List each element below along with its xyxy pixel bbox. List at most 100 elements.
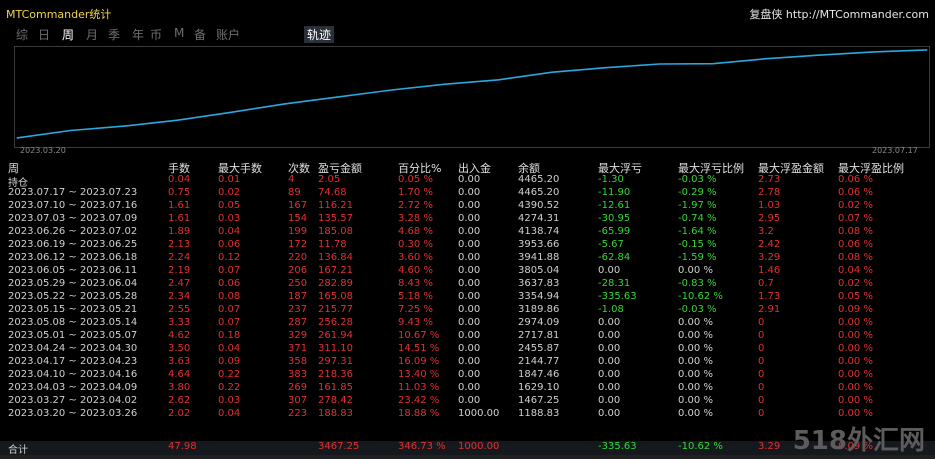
- table-row[interactable]: 2023.05.01 ~ 2023.05.07 4.62 0.18 329 261.94…: [0, 330, 935, 343]
- cell-pnl: 188.83: [318, 408, 353, 419]
- cell-period: 2023.05.08 ~ 2023.05.14: [8, 317, 138, 328]
- balance-point-16: [872, 51, 875, 53]
- tab-6[interactable]: 币: [150, 26, 162, 43]
- tab-2[interactable]: 周: [62, 26, 74, 43]
- tab-5[interactable]: 年: [132, 26, 144, 43]
- cell-period: 2023.06.05 ~ 2023.06.11: [8, 265, 138, 276]
- table-row[interactable]: 2023.06.05 ~ 2023.06.11 2.19 0.07 206 167.21…: [0, 265, 935, 278]
- cell-deposit: 0.00: [458, 252, 481, 263]
- cell-pnl: 278.42: [318, 395, 353, 406]
- cell-max-float-loss: -335.63: [598, 441, 637, 452]
- cell-lots: 2.47: [168, 278, 191, 289]
- table-row[interactable]: 2023.05.22 ~ 2023.05.28 2.34 0.08 187 165.08…: [0, 291, 935, 304]
- cell-max-float-profit: 1.73: [758, 291, 781, 302]
- balance-point-8: [444, 83, 446, 85]
- table-row[interactable]: 2023.06.19 ~ 2023.06.25 2.13 0.06 172 11.78 0…: [0, 239, 935, 252]
- balance-point-1: [69, 129, 72, 132]
- table-row[interactable]: 2023.06.26 ~ 2023.07.02 1.89 0.04 199 185.08…: [0, 226, 935, 239]
- tab-9[interactable]: 账户: [216, 26, 240, 43]
- cell-max-float-loss-pct: 0.00 %: [678, 369, 713, 380]
- balance-point-4: [230, 111, 232, 113]
- cell-max-float-loss: -65.99: [598, 226, 631, 237]
- cell-count: 154: [288, 213, 308, 224]
- cell-max-float-loss-pct: 0.00 %: [678, 317, 713, 328]
- cell-max-float-profit: 1.03: [758, 200, 781, 211]
- cell-lots: 3.50: [168, 343, 191, 354]
- tab-8[interactable]: 备: [194, 26, 206, 43]
- cell-max-float-profit: 0: [758, 317, 765, 328]
- cell-pct: 1.70 %: [398, 187, 433, 198]
- cell-count: 206: [288, 265, 308, 276]
- cell-period: 2023.05.22 ~ 2023.05.28: [8, 291, 138, 302]
- cell-max-float-loss-pct: 0.00 %: [678, 382, 713, 393]
- app-title: MTCommander统计: [6, 8, 112, 21]
- table-row[interactable]: 2023.05.15 ~ 2023.05.21 2.55 0.07 237 215.77…: [0, 304, 935, 317]
- cell-pct: 18.88 %: [398, 408, 440, 419]
- table-row[interactable]: 2023.06.12 ~ 2023.06.18 2.24 0.12 220 136.84…: [0, 252, 935, 265]
- cell-max-float-loss: -11.90: [598, 187, 631, 198]
- cell-max-float-profit: 2.42: [758, 239, 781, 250]
- cell-max-float-profit-pct: 0.00 %: [838, 369, 873, 380]
- table-row[interactable]: 2023.05.29 ~ 2023.06.04 2.47 0.06 250 282.89…: [0, 278, 935, 291]
- tab-1[interactable]: 日: [38, 26, 50, 43]
- table-row[interactable]: 2023.04.17 ~ 2023.04.23 3.63 0.09 358 297.31…: [0, 356, 935, 369]
- cell-max-float-loss: -5.67: [598, 239, 624, 250]
- cell-count: 89: [288, 187, 301, 198]
- cell-balance: 1847.46: [518, 369, 560, 380]
- cell-max-float-profit-pct: 0.04 %: [838, 265, 873, 276]
- cell-pnl: 74.68: [318, 187, 347, 198]
- cell-max-float-profit-pct: 0.06 %: [838, 174, 873, 185]
- tab-3[interactable]: 月: [86, 26, 98, 43]
- table-row[interactable]: 2023.07.17 ~ 2023.07.23 0.75 0.02 89 74.68 1.…: [0, 187, 935, 200]
- site-link[interactable]: 复盘侠 http://MTCommander.com: [749, 6, 929, 22]
- table-row[interactable]: 2023.07.10 ~ 2023.07.16 1.61 0.05 167 116.21…: [0, 200, 935, 213]
- cell-deposit: 0.00: [458, 369, 481, 380]
- cell-max-float-profit: 0: [758, 343, 765, 354]
- cell-pct: 0.05 %: [398, 174, 433, 185]
- cell-pnl: 11.78: [318, 239, 347, 250]
- cell-lots: 1.61: [168, 213, 191, 224]
- cell-period: 2023.03.20 ~ 2023.03.26: [8, 408, 138, 419]
- cell-pct: 346.73 %: [398, 441, 446, 452]
- cell-count: 223: [288, 408, 308, 419]
- table-row[interactable]: 2023.03.27 ~ 2023.04.02 2.62 0.03 307 278.42…: [0, 395, 935, 408]
- tab-4[interactable]: 季: [108, 26, 120, 43]
- table-row[interactable]: 2023.04.24 ~ 2023.04.30 3.50 0.04 371 311.10…: [0, 343, 935, 356]
- equity-chart: [14, 46, 930, 148]
- cell-max-lots: 0.03: [218, 213, 241, 224]
- cell-count: 358: [288, 356, 308, 367]
- tab-0[interactable]: 综: [16, 26, 28, 43]
- cell-max-lots: 0.22: [218, 382, 241, 393]
- cell-count: 4: [288, 174, 295, 185]
- cell-max-float-profit: 0: [758, 330, 765, 341]
- cell-max-float-loss: -62.84: [598, 252, 631, 263]
- cell-deposit: 0.00: [458, 239, 481, 250]
- cell-count: 237: [288, 304, 308, 315]
- table-row[interactable]: 持仓 0.04 0.01 4 2.05 0.05 % 0.00 4465.20 -1.30 -0.…: [0, 174, 935, 189]
- table-row[interactable]: 2023.04.03 ~ 2023.04.09 3.80 0.22 269 161.85…: [0, 382, 935, 395]
- cell-deposit: 0.00: [458, 291, 481, 302]
- cell-max-float-loss: 0.00: [598, 382, 621, 393]
- tab-7[interactable]: M: [174, 26, 184, 40]
- cell-deposit: 0.00: [458, 304, 481, 315]
- table-row[interactable]: 2023.04.10 ~ 2023.04.16 4.64 0.22 383 218.36…: [0, 369, 935, 382]
- cell-max-float-loss: -12.61: [598, 200, 631, 211]
- cell-deposit: 0.00: [458, 226, 481, 237]
- cell-max-float-profit-pct: 0.02 %: [838, 278, 873, 289]
- cell-max-float-profit-pct: 0.00 %: [838, 408, 873, 419]
- table-row[interactable]: 2023.07.03 ~ 2023.07.09 1.61 0.03 154 135.57…: [0, 213, 935, 226]
- table-row[interactable]: 2023.05.08 ~ 2023.05.14 3.33 0.07 287 256.28…: [0, 317, 935, 330]
- cell-pct: 14.51 %: [398, 343, 440, 354]
- cell-max-float-loss: 0.00: [598, 408, 621, 419]
- tab-10[interactable]: 轨迹: [304, 26, 335, 43]
- table-header: 周手数 最大手数 次数 盈亏金额 百分比% 出入金 余额 最大浮亏 最大浮亏比例 最大浮盈金额 最大…: [0, 160, 935, 175]
- cell-count: 307: [288, 395, 308, 406]
- cell-max-float-profit-pct: 0.05 %: [838, 291, 873, 302]
- cell-max-float-loss-pct: 0.00 %: [678, 343, 713, 354]
- cell-max-float-profit-pct: 0.00 %: [838, 382, 873, 393]
- cell-max-float-loss-pct: 0.00 %: [678, 408, 713, 419]
- balance-point-15: [819, 54, 821, 56]
- cell-max-float-loss-pct: -0.03 %: [678, 174, 717, 185]
- cell-pct: 4.68 %: [398, 226, 433, 237]
- cell-max-lots: 0.04: [218, 343, 241, 354]
